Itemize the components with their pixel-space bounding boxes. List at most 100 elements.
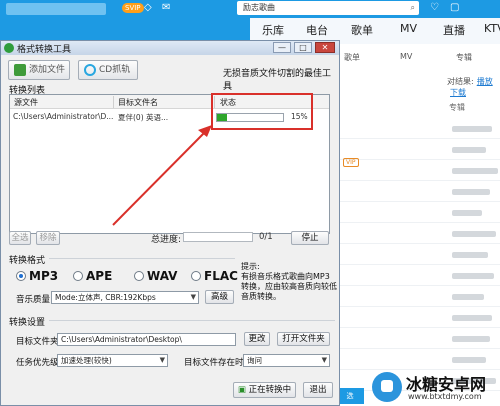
close-button[interactable]: ✕ <box>315 42 335 53</box>
cd-grab-label: CD抓轨 <box>99 65 131 75</box>
remove-button[interactable]: 移除 <box>36 231 60 245</box>
song-row-divider <box>336 180 500 181</box>
column-album: 专辑 <box>449 103 465 112</box>
format-section-title: 转换格式 <box>9 256 46 266</box>
song-album-placeholder[interactable] <box>452 231 496 237</box>
col-target[interactable]: 目标文件名 <box>118 97 158 108</box>
diamond-icon[interactable]: ◇ <box>144 2 152 13</box>
quality-select[interactable]: Mode:立体声, CBR:192Kbps ▼ <box>51 291 199 304</box>
site-watermark: 冰糖安卓网 www.btxtdmy.com <box>372 368 500 406</box>
search-icon[interactable]: ⌕ <box>411 1 415 15</box>
format-mp3-option[interactable]: MP3 <box>16 269 58 283</box>
song-row-divider <box>336 138 500 139</box>
song-album-placeholder[interactable] <box>452 189 490 195</box>
priority-value: 加速处理(较快) <box>61 356 112 365</box>
target-folder-label: 目标文件夹 <box>16 337 59 347</box>
priority-label: 任务优先级 <box>16 358 59 368</box>
song-row-divider <box>336 159 500 160</box>
nav-item-playlist[interactable]: 歌单 <box>351 22 373 38</box>
col-divider[interactable] <box>113 96 114 108</box>
song-row-divider <box>336 285 500 286</box>
song-row-divider <box>336 306 500 307</box>
search-input[interactable]: 励志歌曲 ⌕ <box>237 1 419 15</box>
format-ape-option[interactable]: APE <box>73 269 112 283</box>
group-divider <box>49 320 335 321</box>
advanced-button[interactable]: 高级 <box>205 290 234 304</box>
format-mp3-label: MP3 <box>29 269 59 283</box>
radio-unselected[interactable] <box>134 271 144 281</box>
song-album-placeholder[interactable] <box>452 168 498 174</box>
row-target: 夏伴(0) 英语... <box>118 113 169 122</box>
target-folder-value: C:\Users\Administrator\Desktop\ <box>61 335 182 344</box>
radio-unselected[interactable] <box>191 271 201 281</box>
nav-item-library[interactable]: 乐库 <box>262 22 284 38</box>
song-row-divider <box>336 348 500 349</box>
total-progress-label: 总进度: <box>151 235 182 245</box>
chevron-down-icon[interactable]: ▼ <box>160 355 165 366</box>
select-all-button[interactable]: 全选 <box>9 231 31 245</box>
exists-value: 询问 <box>247 356 262 365</box>
cd-grab-button[interactable]: CD抓轨 <box>78 60 138 80</box>
bottom-action-button[interactable]: 选 <box>336 388 364 404</box>
result-actions: 对结果: 播放下载 <box>447 76 500 98</box>
user-account[interactable] <box>6 3 106 15</box>
open-folder-button[interactable]: 打开文件夹 <box>277 332 330 346</box>
total-progress-count: 0/1 <box>259 232 273 242</box>
song-row-divider <box>336 222 500 223</box>
sub-tab-playlist[interactable]: 歌单 <box>344 52 360 63</box>
song-album-placeholder[interactable] <box>452 273 494 279</box>
sub-tab-mv[interactable]: MV <box>400 52 412 61</box>
radio-selected[interactable] <box>16 271 26 281</box>
nav-item-ktv[interactable]: KTV <box>484 22 500 35</box>
exit-button[interactable]: 退出 <box>303 382 333 398</box>
song-row-divider <box>336 327 500 328</box>
minimize-button[interactable]: — <box>273 42 291 53</box>
song-album-placeholder[interactable] <box>452 357 486 363</box>
radio-unselected[interactable] <box>73 271 83 281</box>
change-folder-button[interactable]: 更改 <box>244 332 270 346</box>
format-wav-option[interactable]: WAV <box>134 269 177 283</box>
song-album-placeholder[interactable] <box>452 336 490 342</box>
song-album-placeholder[interactable] <box>452 294 484 300</box>
format-flac-option[interactable]: FLAC <box>191 269 238 283</box>
priority-select[interactable]: 加速处理(较快) ▼ <box>57 354 168 367</box>
format-flac-label: FLAC <box>204 269 238 283</box>
nav-item-radio[interactable]: 电台 <box>306 22 328 38</box>
nav-item-live[interactable]: 直播 <box>443 22 465 38</box>
chevron-down-icon[interactable]: ▼ <box>191 292 196 303</box>
total-progress-bar <box>183 232 253 242</box>
song-row-divider <box>336 264 500 265</box>
stop-button[interactable]: 停止 <box>291 231 329 245</box>
convert-icon: ▣ <box>237 385 246 395</box>
search-text: 励志歌曲 <box>243 3 275 12</box>
message-icon[interactable]: ▢ <box>450 2 459 13</box>
exists-select[interactable]: 询问 ▼ <box>243 354 330 367</box>
tagline: 无损音质文件切割的最佳工具 <box>223 69 332 92</box>
app-logo-icon <box>4 43 14 53</box>
song-album-placeholder[interactable] <box>452 147 486 153</box>
format-wav-label: WAV <box>147 269 178 283</box>
gift-icon[interactable]: ♡ <box>430 2 439 13</box>
group-divider <box>49 258 235 259</box>
add-file-button[interactable]: 添加文件 <box>8 60 70 80</box>
result-label: 对结果: <box>447 77 474 86</box>
watermark-logo-icon <box>372 372 402 402</box>
maximize-button[interactable]: □ <box>294 42 312 53</box>
dialog-titlebar[interactable]: 格式转换工具 — □ ✕ <box>1 41 339 55</box>
nav-item-mv[interactable]: MV <box>400 22 417 35</box>
watermark-url: www.btxtdmy.com <box>408 392 482 401</box>
sub-tab-album[interactable]: 专辑 <box>456 52 472 63</box>
converting-button[interactable]: ▣ 正在转换中 <box>233 382 296 398</box>
mail-icon[interactable]: ✉ <box>162 2 170 13</box>
song-album-placeholder[interactable] <box>452 315 492 321</box>
chevron-down-icon[interactable]: ▼ <box>322 355 327 366</box>
song-album-placeholder[interactable] <box>452 126 492 132</box>
song-album-placeholder[interactable] <box>452 252 488 258</box>
download-all-link[interactable]: 下载 <box>450 88 466 97</box>
song-album-placeholder[interactable] <box>452 210 482 216</box>
format-ape-label: APE <box>86 269 113 283</box>
play-all-link[interactable]: 播放 <box>477 77 493 86</box>
target-folder-input[interactable]: C:\Users\Administrator\Desktop\ <box>57 333 236 346</box>
dialog-title: 格式转换工具 <box>17 45 72 55</box>
col-source[interactable]: 源文件 <box>14 97 38 108</box>
